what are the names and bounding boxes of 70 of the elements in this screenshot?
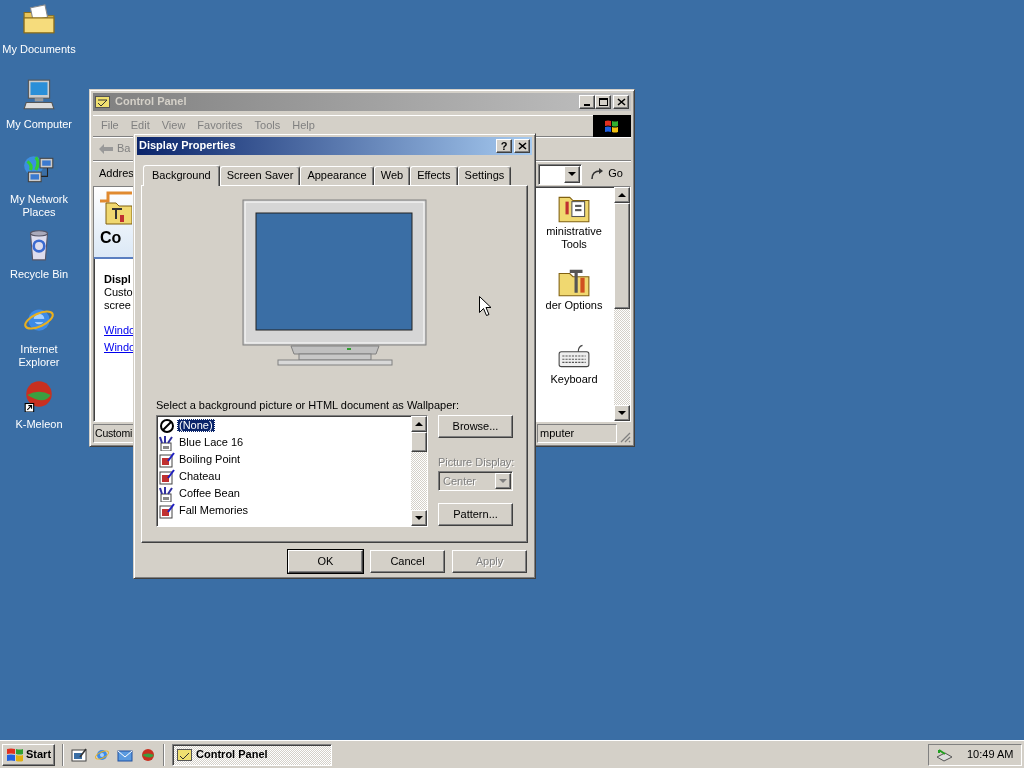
list-item[interactable]: Boiling Point <box>177 453 243 467</box>
pane-heading: Co <box>100 228 123 248</box>
picture-display-label: Picture Display: <box>438 456 513 470</box>
tab[interactable]: Effects <box>410 165 458 185</box>
tab[interactable]: Appearance <box>300 165 374 185</box>
scroll-up-button[interactable] <box>614 187 630 203</box>
close-icon <box>517 142 527 150</box>
paintbrush-icon <box>159 485 175 502</box>
dropdown-button[interactable] <box>564 165 581 183</box>
paintbrush-icon <box>159 434 175 451</box>
scrollbar[interactable] <box>411 416 427 527</box>
cursor-icon <box>479 296 491 316</box>
item-title: Displ <box>104 273 131 287</box>
clock[interactable]: 10:49 AM <box>967 747 1014 762</box>
desktop-icon-label[interactable]: K-Meleon <box>0 418 78 431</box>
start-button[interactable]: Start <box>2 743 56 766</box>
control-panel-icon <box>95 95 111 109</box>
maximize-button[interactable] <box>595 95 611 109</box>
item-label[interactable]: ministrative Tools <box>546 225 602 251</box>
desktop-icon-label[interactable]: Internet Explorer <box>0 343 78 369</box>
desktop-icon-label[interactable]: My Computer <box>0 118 78 131</box>
desktop-icon[interactable] <box>71 746 88 763</box>
close-icon <box>616 98 626 106</box>
computer-icon[interactable] <box>22 78 56 112</box>
item-description: Custo scree <box>104 286 133 313</box>
back-arrow-icon <box>99 144 113 154</box>
wallpaper-label: Select a background picture or HTML document as Wallpaper: <box>156 399 461 413</box>
dialog-title: Display Properties <box>139 139 236 153</box>
list-item[interactable]: Fall Memories <box>177 504 251 518</box>
scroll-down-button[interactable] <box>614 405 630 421</box>
item-label[interactable]: Keyboard <box>550 373 598 386</box>
item-label[interactable]: der Options <box>545 299 603 312</box>
list-item[interactable]: (None) <box>177 419 215 433</box>
network-status-icon[interactable] <box>935 746 953 763</box>
pattern-button[interactable]: Pattern... <box>438 503 513 527</box>
scroll-thumb[interactable] <box>411 432 427 453</box>
desktop-icon-label[interactable]: Recycle Bin <box>0 268 78 281</box>
dialog-button[interactable]: OK <box>288 550 363 573</box>
scroll-up-button[interactable] <box>411 416 427 433</box>
scroll-down-button[interactable] <box>411 510 427 527</box>
desktop-icon-label[interactable]: My Documents <box>0 43 78 56</box>
go-arrow-icon <box>590 167 605 181</box>
tab[interactable]: Screen Saver <box>219 165 301 185</box>
control-panel-icon <box>177 747 194 762</box>
close-button[interactable] <box>613 95 629 109</box>
list-item[interactable]: Coffee Bean <box>177 487 242 501</box>
tab[interactable]: Settings <box>457 165 512 185</box>
list-item[interactable]: Chateau <box>177 470 223 484</box>
control-panel-icon <box>100 191 132 227</box>
tab[interactable]: Web <box>373 165 411 185</box>
scroll-thumb[interactable] <box>614 203 630 309</box>
help-button[interactable]: ? <box>496 139 512 153</box>
window-title: Control Panel <box>115 95 187 109</box>
desktop-icon-label[interactable]: My Network Places <box>0 193 78 219</box>
tab[interactable]: Background <box>143 164 220 186</box>
status-text: mputer <box>537 424 617 443</box>
task-button[interactable]: Control Panel <box>172 743 333 766</box>
browse-button[interactable]: Browse... <box>438 415 513 439</box>
go-button[interactable]: Go <box>586 166 627 182</box>
dialog-button[interactable]: Cancel <box>370 550 445 573</box>
windows-flag-icon <box>6 746 24 763</box>
resize-grip-icon[interactable] <box>619 431 631 443</box>
picture-icon <box>159 468 175 485</box>
scrollbar[interactable] <box>614 187 630 421</box>
maximize-icon <box>598 98 608 106</box>
address-label: Addres <box>99 167 134 181</box>
address-field[interactable] <box>538 163 583 185</box>
minimize-button[interactable] <box>579 95 595 109</box>
windows-flag-icon <box>604 119 620 133</box>
close-button[interactable] <box>514 139 530 153</box>
